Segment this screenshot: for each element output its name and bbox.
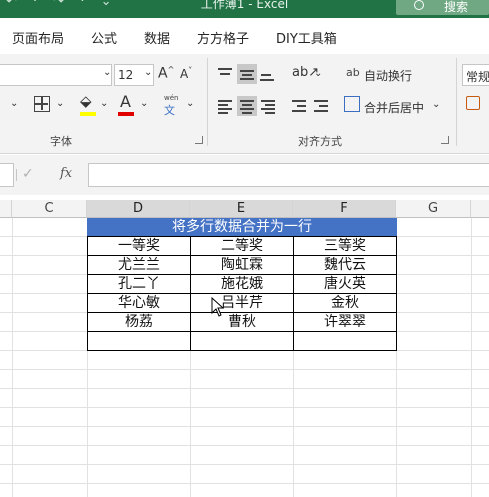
tab-fangfang-gezi[interactable]: 方方格子: [197, 28, 249, 47]
phonetic-top: wén: [164, 94, 179, 102]
font-dialog-launcher-icon[interactable]: [195, 136, 203, 144]
column-header-c[interactable]: C: [12, 200, 87, 218]
font-size-dropdown[interactable]: 12 ⌄: [114, 64, 154, 86]
table-cell[interactable]: 杨荔: [87, 312, 191, 332]
tab-page-layout[interactable]: 页面布局: [12, 28, 64, 47]
insert-function-button[interactable]: fx: [60, 166, 72, 181]
grid-line: [0, 445, 489, 446]
chevron-down-icon: ⌄: [140, 98, 149, 109]
chevron-down-icon: ⌄: [10, 98, 19, 109]
table-cell[interactable]: 一等奖: [87, 236, 191, 256]
table-cell[interactable]: 华心敏: [87, 293, 191, 313]
alignment-dialog-launcher-icon[interactable]: [441, 136, 449, 144]
align-top-icon[interactable]: [216, 64, 236, 84]
tab-diy-toolbox[interactable]: DIY工具箱: [276, 28, 337, 47]
table-cell[interactable]: 魏代云: [293, 255, 397, 275]
increase-indent-icon[interactable]: [312, 96, 332, 116]
table-cell[interactable]: [293, 331, 397, 351]
font-name-dropdown[interactable]: ⌄: [0, 64, 112, 86]
font-color-swatch: [118, 112, 134, 116]
align-left-icon[interactable]: [216, 96, 236, 116]
wrap-text-button[interactable]: 自动换行: [364, 67, 412, 84]
search-box[interactable]: 搜索: [396, 0, 489, 15]
table-cell[interactable]: 三等奖: [293, 236, 397, 256]
grid-line: [0, 369, 489, 370]
grid-line: [0, 483, 489, 484]
search-icon: [414, 0, 424, 10]
formula-bar: ✓ fx: [0, 155, 489, 195]
mouse-cursor-icon: [211, 297, 225, 317]
group-divider: [456, 58, 457, 146]
column-header-f[interactable]: F: [293, 200, 396, 218]
chevron-down-icon: ⌄: [186, 98, 195, 109]
search-label: 搜索: [444, 0, 469, 14]
alignment-group-label: 对齐方式: [298, 135, 342, 148]
table-cell[interactable]: 唐火英: [293, 274, 397, 294]
column-header-d[interactable]: D: [87, 200, 190, 218]
merged-title-cell[interactable]: 将多行数据合并为一行: [87, 218, 397, 237]
align-center-icon[interactable]: [237, 96, 257, 116]
chevron-down-icon: ⌄: [314, 68, 323, 79]
table-cell[interactable]: [87, 331, 191, 351]
table-cell[interactable]: 陶虹霖: [190, 255, 294, 275]
shrink-font-icon[interactable]: A˅: [180, 66, 192, 81]
column-header-partial[interactable]: [471, 200, 489, 218]
grid-line: [0, 464, 489, 465]
borders-icon[interactable]: [34, 96, 50, 112]
phonetic-bottom: 文: [164, 104, 175, 117]
grow-font-icon[interactable]: A^: [158, 65, 174, 82]
chevron-down-icon: ⌄: [144, 67, 153, 78]
column-header-partial[interactable]: [0, 200, 12, 218]
number-format-dropdown[interactable]: 常规: [462, 64, 489, 86]
merge-center-button[interactable]: 合并后居中: [364, 99, 424, 116]
font-size-value: 12: [118, 68, 134, 82]
column-header-e[interactable]: E: [190, 200, 293, 218]
formula-input[interactable]: [88, 163, 489, 187]
chevron-down-icon: ⌄: [103, 67, 112, 78]
align-right-icon[interactable]: [258, 96, 278, 116]
align-middle-icon[interactable]: [237, 64, 257, 84]
chevron-down-icon: ⌄: [56, 98, 65, 109]
table-cell[interactable]: 尤兰兰: [87, 255, 191, 275]
title-bar: ↶ · ↷ · ⌄ 工作薄1 - Excel 搜索: [0, 0, 489, 18]
merge-center-icon[interactable]: [344, 96, 360, 112]
wrap-text-icon[interactable]: ab: [346, 66, 360, 79]
ribbon: ⌄ 12 ⌄ A^ A˅ ⌄ ⌄ ⬙ ⌄ A ⌄ wén 文 ⌄ 字体 ab↗ …: [0, 54, 489, 154]
chevron-down-icon: ⌄: [100, 98, 109, 109]
font-color-icon[interactable]: A: [120, 92, 131, 111]
table-cell[interactable]: 吕半芹: [190, 293, 294, 313]
grid-line: [12, 218, 13, 497]
confirm-icon[interactable]: ✓: [22, 166, 34, 182]
tab-data[interactable]: 数据: [144, 28, 170, 47]
chevron-down-icon: ⌄: [432, 99, 441, 110]
table-cell[interactable]: 金秋: [293, 293, 397, 313]
name-box[interactable]: [0, 163, 14, 187]
fill-color-swatch: [80, 112, 96, 116]
phonetic-guide-icon[interactable]: wén 文: [164, 94, 178, 118]
tab-formulas[interactable]: 公式: [91, 28, 117, 47]
column-header-g[interactable]: G: [396, 200, 471, 218]
grid-line: [0, 426, 489, 427]
ribbon-tabs: 页面布局 公式 数据 方方格子 DIY工具箱: [0, 18, 489, 54]
grid-line: [0, 388, 489, 389]
currency-format-icon[interactable]: [466, 96, 480, 110]
align-bottom-icon[interactable]: [258, 64, 278, 84]
table-cell[interactable]: [190, 331, 294, 351]
table-cell[interactable]: 施花娥: [190, 274, 294, 294]
font-group-label: 字体: [50, 135, 72, 148]
fill-color-icon[interactable]: ⬙: [80, 92, 92, 110]
grid-line: [0, 407, 489, 408]
table-cell[interactable]: 许翠翠: [293, 312, 397, 332]
grid-line: [471, 218, 472, 497]
table-cell[interactable]: 孔二丫: [87, 274, 191, 294]
divider: [16, 169, 17, 181]
table-cell[interactable]: 曹秋: [190, 312, 294, 332]
number-format-value: 常规: [466, 70, 489, 84]
group-divider: [207, 58, 208, 146]
decrease-indent-icon[interactable]: [290, 96, 310, 116]
table-cell[interactable]: 二等奖: [190, 236, 294, 256]
